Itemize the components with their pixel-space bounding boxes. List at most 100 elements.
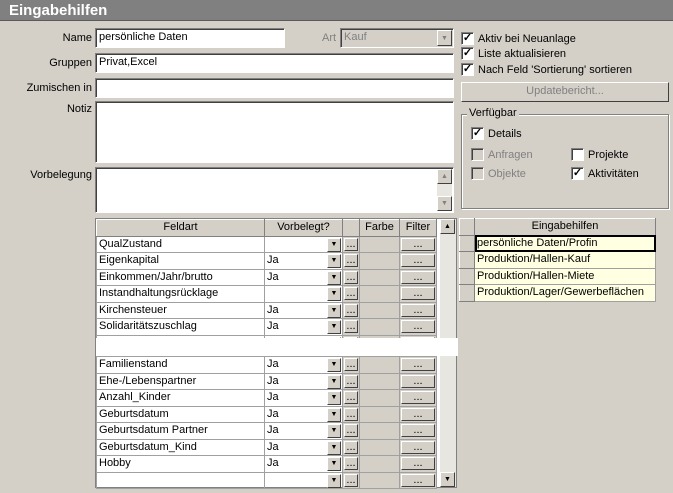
row-selector[interactable]: [459, 251, 475, 269]
cell-filter-button[interactable]: ...: [399, 252, 437, 270]
cell-eingabehilfe[interactable]: Produktion/Lager/Gewerbeflächen: [474, 284, 656, 302]
chevron-down-icon[interactable]: ▼: [327, 287, 341, 301]
cell-feldart[interactable]: Hobby: [96, 455, 265, 473]
cell-feldart[interactable]: Instandhaltungsrücklage: [96, 285, 265, 303]
cell-ellipsis-button[interactable]: ...: [342, 471, 360, 489]
projekte-checkbox[interactable]: Projekte: [571, 148, 628, 161]
cell-feldart[interactable]: Kirchensteuer: [96, 301, 265, 319]
table-row[interactable]: Einkommen/Jahr/brutto Ja ▼......: [96, 268, 437, 286]
row-selector[interactable]: [459, 267, 475, 285]
cell-ellipsis-button[interactable]: ...: [342, 318, 360, 336]
chevron-down-icon[interactable]: ▼: [327, 270, 341, 285]
cell-vorbelegt[interactable]: Ja ▼: [264, 268, 343, 286]
cell-eingabehilfe[interactable]: persönliche Daten/Profin: [474, 234, 656, 252]
sortierung-checkbox[interactable]: ✓ Nach Feld 'Sortierung' sortieren: [461, 63, 632, 76]
col-vorbelegt[interactable]: Vorbelegt?: [264, 219, 343, 237]
cell-ellipsis-button[interactable]: ...: [342, 455, 360, 473]
col-eingabehilfen[interactable]: Eingabehilfen: [474, 218, 656, 236]
notiz-textarea[interactable]: [95, 101, 454, 163]
cell-feldart[interactable]: QualZustand: [96, 235, 265, 253]
chevron-down-icon[interactable]: ▼: [327, 424, 341, 438]
cell-vorbelegt[interactable]: Ja ▼: [264, 438, 343, 456]
aktiv-checkbox[interactable]: ✓ Aktiv bei Neuanlage: [461, 32, 576, 45]
cell-filter-button[interactable]: ...: [399, 405, 437, 423]
cell-feldart[interactable]: Geburtsdatum Partner: [96, 422, 265, 440]
cell-ellipsis-button[interactable]: ...: [342, 356, 360, 374]
name-input[interactable]: persönliche Daten: [95, 28, 285, 48]
chevron-down-icon[interactable]: ▼: [327, 358, 341, 372]
chevron-down-icon[interactable]: ▼: [327, 391, 341, 405]
cell-vorbelegt[interactable]: Ja ▼: [264, 356, 343, 374]
table-row[interactable]: Instandhaltungsrücklage ▼......: [96, 285, 437, 303]
cell-farbe[interactable]: [359, 455, 400, 473]
cell-farbe[interactable]: [359, 356, 400, 374]
scroll-down-icon[interactable]: ▼: [437, 196, 452, 211]
cell-filter-button[interactable]: ...: [399, 356, 437, 374]
vorbelegung-scrollbar[interactable]: ▲ ▼: [437, 169, 452, 211]
table-row[interactable]: Solidaritätszuschlag Ja ▼......: [96, 318, 437, 336]
cell-ellipsis-button[interactable]: ...: [342, 235, 360, 253]
cell-farbe[interactable]: [359, 389, 400, 407]
table-row[interactable]: ▼......: [96, 471, 437, 489]
aktivitaeten-checkbox[interactable]: ✓ Aktivitäten: [571, 167, 639, 180]
zumischen-input[interactable]: [95, 78, 454, 98]
chevron-down-icon[interactable]: ▼: [327, 407, 341, 422]
liste-checkbox[interactable]: ✓ Liste aktualisieren: [461, 47, 566, 60]
table-row[interactable]: Geburtsdatum_Kind Ja ▼......: [96, 438, 437, 456]
cell-filter-button[interactable]: ...: [399, 235, 437, 253]
cell-vorbelegt[interactable]: Ja ▼: [264, 422, 343, 440]
cell-feldart[interactable]: Geburtsdatum_Kind: [96, 438, 265, 456]
art-select[interactable]: Kauf ▼: [340, 28, 454, 48]
cell-vorbelegt[interactable]: Ja ▼: [264, 372, 343, 390]
cell-filter-button[interactable]: ...: [399, 301, 437, 319]
table-row[interactable]: QualZustand ▼......: [96, 235, 437, 253]
cell-filter-button[interactable]: ...: [399, 268, 437, 286]
chevron-down-icon[interactable]: ▼: [327, 374, 341, 389]
cell-filter-button[interactable]: ...: [399, 318, 437, 336]
cell-vorbelegt[interactable]: Ja ▼: [264, 301, 343, 319]
cell-feldart[interactable]: [96, 471, 265, 489]
cell-filter-button[interactable]: ...: [399, 471, 437, 489]
cell-filter-button[interactable]: ...: [399, 455, 437, 473]
cell-vorbelegt[interactable]: ▼: [264, 471, 343, 489]
cell-vorbelegt[interactable]: Ja ▼: [264, 252, 343, 270]
cell-feldart[interactable]: Familienstand: [96, 356, 265, 374]
cell-ellipsis-button[interactable]: ...: [342, 422, 360, 440]
chevron-down-icon[interactable]: ▼: [327, 440, 341, 455]
table-row[interactable]: Geburtsdatum Partner Ja ▼......: [96, 422, 437, 440]
table-row[interactable]: Produktion/Hallen-Kauf: [459, 251, 656, 269]
gruppen-input[interactable]: Privat,Excel: [95, 53, 454, 73]
cell-ellipsis-button[interactable]: ...: [342, 252, 360, 270]
row-selector[interactable]: [459, 234, 475, 252]
cell-farbe[interactable]: [359, 438, 400, 456]
cell-ellipsis-button[interactable]: ...: [342, 438, 360, 456]
cell-vorbelegt[interactable]: Ja ▼: [264, 389, 343, 407]
cell-vorbelegt[interactable]: Ja ▼: [264, 318, 343, 336]
cell-vorbelegt[interactable]: Ja ▼: [264, 455, 343, 473]
cell-farbe[interactable]: [359, 235, 400, 253]
table-row[interactable]: Geburtsdatum Ja ▼......: [96, 405, 437, 423]
cell-filter-button[interactable]: ...: [399, 438, 437, 456]
cell-ellipsis-button[interactable]: ...: [342, 389, 360, 407]
col-btn[interactable]: [342, 219, 360, 237]
col-filter[interactable]: Filter: [399, 219, 437, 237]
chevron-down-icon[interactable]: ▼: [327, 237, 341, 252]
cell-feldart[interactable]: Geburtsdatum: [96, 405, 265, 423]
chevron-down-icon[interactable]: ▼: [327, 473, 341, 488]
cell-farbe[interactable]: [359, 422, 400, 440]
cell-farbe[interactable]: [359, 252, 400, 270]
table-row[interactable]: Kirchensteuer Ja ▼......: [96, 301, 437, 319]
chevron-down-icon[interactable]: ▼: [327, 303, 341, 318]
cell-feldart[interactable]: Anzahl_Kinder: [96, 389, 265, 407]
table-row[interactable]: Hobby Ja ▼......: [96, 455, 437, 473]
row-selector[interactable]: [459, 284, 475, 302]
scroll-up-icon[interactable]: ▲: [437, 169, 452, 184]
chevron-down-icon[interactable]: ▼: [327, 457, 341, 471]
cell-feldart[interactable]: Eigenkapital: [96, 252, 265, 270]
cell-farbe[interactable]: [359, 301, 400, 319]
table-row[interactable]: Produktion/Hallen-Miete: [459, 267, 656, 285]
cell-vorbelegt[interactable]: ▼: [264, 285, 343, 303]
table-row[interactable]: Familienstand Ja ▼......: [96, 356, 437, 374]
col-farbe[interactable]: Farbe: [359, 219, 400, 237]
cell-filter-button[interactable]: ...: [399, 285, 437, 303]
